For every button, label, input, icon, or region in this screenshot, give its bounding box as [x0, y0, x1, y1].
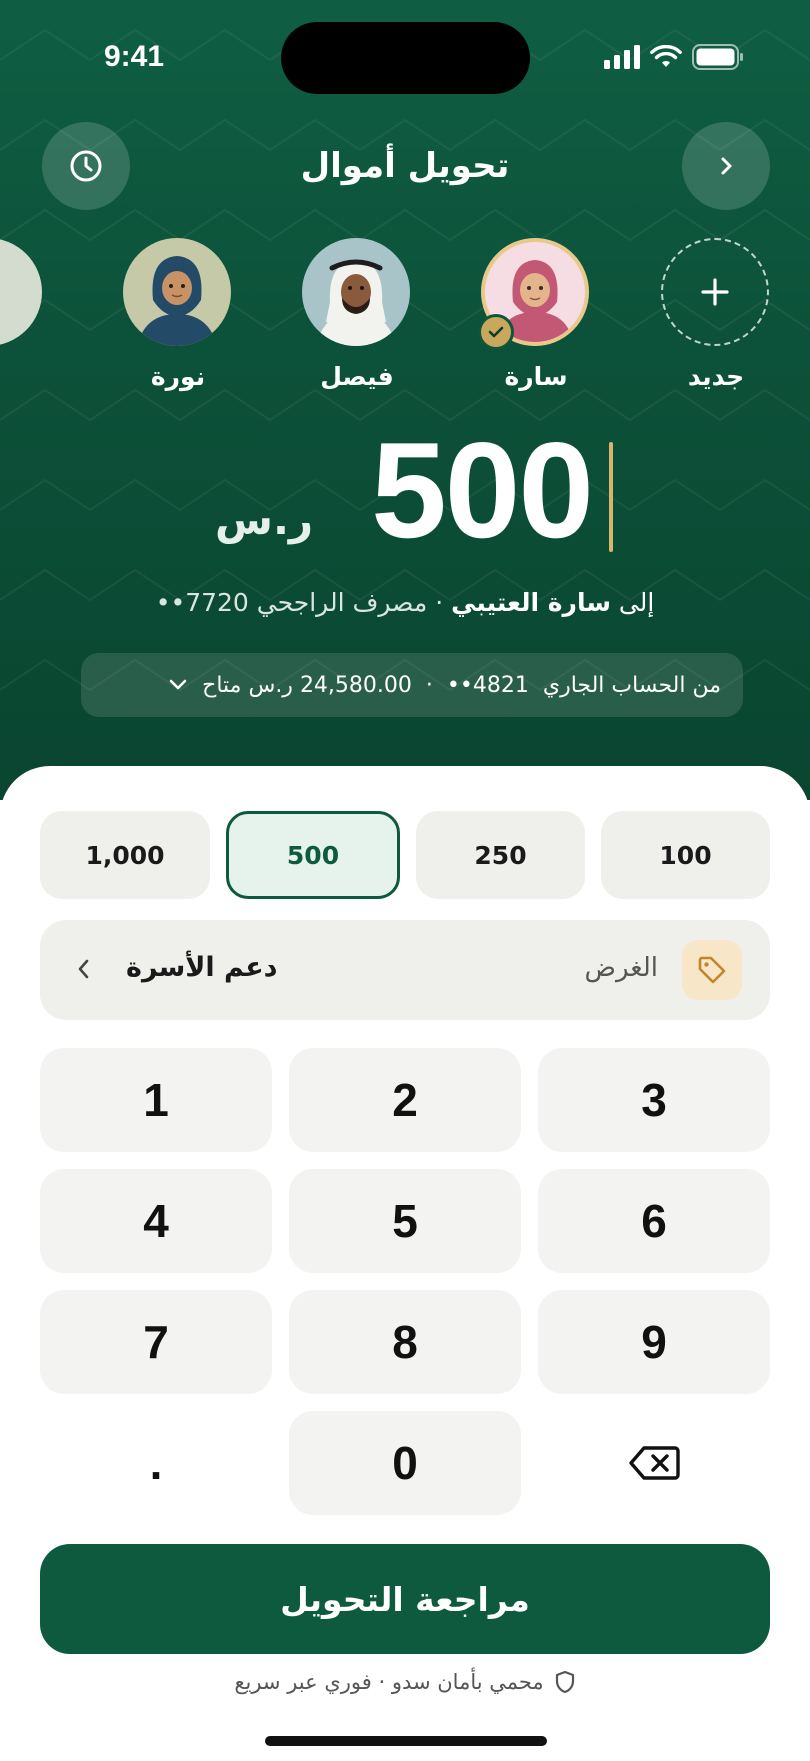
source-account: ••4821: [446, 672, 529, 698]
recipient-faisal[interactable]: فيصل: [302, 238, 412, 391]
purpose-icon-box: [682, 940, 742, 1000]
purpose-selector[interactable]: الغرض دعم الأسرة: [40, 920, 770, 1020]
wifi-icon: [650, 45, 682, 67]
quick-amount-1000[interactable]: 1,000: [40, 811, 210, 899]
key-2[interactable]: 2: [289, 1048, 521, 1152]
backspace-icon: [629, 1446, 680, 1480]
source-account-selector[interactable]: 24,580.00 ر.س متاح · ••4821 من الحساب ال…: [81, 653, 743, 717]
key-9[interactable]: 9: [538, 1290, 770, 1394]
key-1[interactable]: 1: [40, 1048, 272, 1152]
quick-amount-250[interactable]: 250: [416, 811, 585, 899]
home-indicator: [265, 1736, 547, 1746]
back-button[interactable]: [682, 122, 770, 210]
key-6[interactable]: 6: [538, 1169, 770, 1273]
destination-prefix: إلى: [618, 588, 655, 617]
purpose-label: الغرض: [584, 953, 658, 983]
currency-label: ر.س: [215, 495, 314, 544]
quick-amount-500[interactable]: 500: [226, 811, 400, 899]
selected-badge: [478, 314, 514, 350]
key-4[interactable]: 4: [40, 1169, 272, 1273]
signal-icon: [604, 45, 640, 69]
dynamic-island: [281, 22, 530, 94]
recipient-label: جديد: [687, 362, 745, 391]
destination-bank: مصرف الراجحي: [256, 588, 428, 617]
source-separator: ·: [425, 672, 433, 698]
destination-line: إلى سارة العتيبي · مصرف الراجحي ••7720: [0, 588, 810, 617]
source-balance: 24,580.00 ر.س متاح: [202, 672, 412, 698]
avatar[interactable]: [302, 238, 410, 346]
recipient-noura[interactable]: نورة: [123, 238, 233, 391]
avatar-faisal-image: [316, 259, 396, 346]
status-bar: 9:41: [0, 0, 810, 120]
check-icon: [488, 326, 504, 338]
recipient-label: سارة: [504, 362, 568, 391]
source-label: من الحساب الجاري: [542, 672, 721, 698]
chevron-down-icon: [169, 679, 187, 690]
destination-account: ••7720: [155, 588, 249, 617]
status-time: 9:41: [104, 40, 165, 73]
quick-amount-100[interactable]: 100: [601, 811, 770, 899]
input-caret: [609, 442, 613, 552]
key-3[interactable]: 3: [538, 1048, 770, 1152]
security-note: محمي بأمان سدو · فوري عبر سريع: [0, 1670, 810, 1694]
back-chevron-icon: [721, 157, 732, 175]
backspace-button[interactable]: [538, 1411, 770, 1515]
destination-name: سارة العتيبي: [451, 588, 611, 617]
destination-separator: ·: [435, 588, 444, 617]
key-8[interactable]: 8: [289, 1290, 521, 1394]
new-recipient-circle[interactable]: [661, 238, 769, 346]
chevron-left-icon: [78, 959, 89, 979]
recipient-label: نورة: [150, 362, 206, 391]
key-5[interactable]: 5: [289, 1169, 521, 1273]
status-icons: [604, 44, 744, 70]
amount-value: 500: [371, 414, 594, 566]
tag-icon: [698, 956, 726, 984]
battery-icon: [692, 44, 743, 70]
plus-icon: [701, 278, 729, 306]
avatar-noura-image: [137, 256, 217, 346]
avatar[interactable]: [123, 238, 231, 346]
recipient-new[interactable]: جديد: [661, 238, 771, 391]
key-0[interactable]: 0: [289, 1411, 521, 1515]
recipient-label: فيصل: [320, 362, 394, 391]
header-panel: 9:41 تحويل أموال جديد سارة فيصل نورة ر.س…: [0, 0, 810, 800]
shield-icon: [555, 1670, 574, 1694]
purpose-value: دعم الأسرة: [126, 952, 278, 983]
key-7[interactable]: 7: [40, 1290, 272, 1394]
review-transfer-button[interactable]: مراجعة التحويل: [40, 1544, 770, 1654]
security-text: محمي بأمان سدو · فوري عبر سريع: [234, 1670, 544, 1694]
key-decimal[interactable]: .: [40, 1411, 272, 1515]
amount-display: ر.س 500: [0, 420, 810, 560]
